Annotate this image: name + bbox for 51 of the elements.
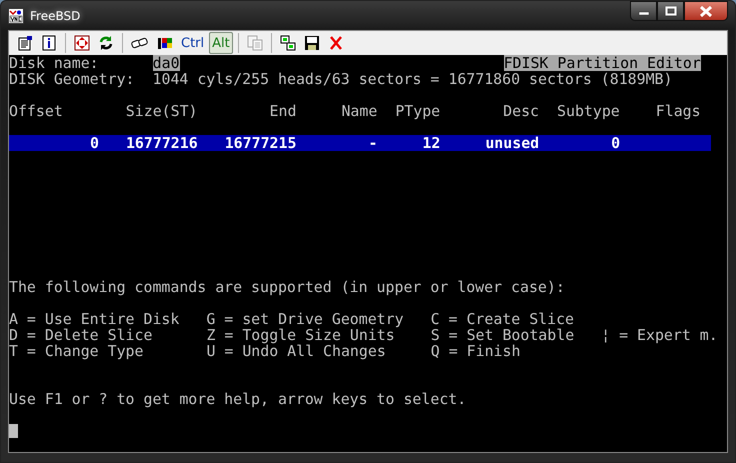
column-header: PType — [395, 103, 440, 119]
command-hint: U = Undo All Changes — [206, 343, 386, 359]
command-hint: S = Set Bootable — [430, 327, 574, 343]
table-cell: 16777215 — [224, 135, 296, 151]
table-cell: 0 — [90, 135, 99, 151]
help-text: Use F1 or ? to get more help, arrow keys to select. — [9, 391, 466, 407]
close-button[interactable] — [684, 1, 728, 21]
commands-intro-text: The following commands are supported (in upper or lower case): — [9, 279, 565, 295]
close-icon — [699, 6, 713, 16]
windows-flag-icon — [157, 35, 173, 51]
minimize-button[interactable] — [630, 1, 657, 21]
refresh-icon — [98, 35, 114, 51]
table-cell: 12 — [422, 135, 440, 151]
column-header: Flags — [656, 103, 701, 119]
window-title: FreeBSD — [30, 8, 80, 22]
save-icon — [304, 35, 320, 51]
maximize-button[interactable] — [657, 1, 684, 21]
geometry-label: DISK Geometry: — [9, 71, 135, 87]
fullscreen-icon — [74, 35, 90, 51]
column-header: Size(ST) — [126, 103, 198, 119]
table-cell: unused — [485, 135, 540, 151]
ctrl-key-button[interactable]: Ctrl — [178, 32, 208, 54]
command-hint: Q = Finish — [430, 343, 520, 359]
column-header: End — [270, 103, 296, 119]
table-cell: 0 — [611, 135, 620, 151]
maximize-icon — [664, 6, 676, 16]
editor-title: FDISK Partition Editor — [504, 55, 701, 71]
properties-icon — [17, 35, 33, 51]
table-cell: 16777216 — [126, 135, 198, 151]
column-header: Offset — [9, 103, 63, 119]
table-cell: - — [368, 135, 378, 151]
column-header: Name — [341, 103, 378, 119]
alt-key-button[interactable]: Alt — [209, 32, 233, 54]
disk-name-value: da0 — [152, 55, 180, 71]
info-icon — [41, 35, 57, 51]
disk-name-label: Disk name: — [9, 55, 99, 71]
command-hint: C = Create Slice — [430, 311, 574, 327]
command-hint: T = Change Type — [9, 343, 144, 359]
copy-icon — [246, 35, 263, 51]
geometry-value: 1044 cyls/255 heads/63 sectors = 16771860 sectors (8189MB) — [152, 71, 672, 87]
transfer-icon — [280, 35, 296, 51]
partition-row[interactable]: 0 16777216 16777215 - 12 unused 0 — [9, 135, 711, 151]
vnc-logo-icon — [8, 8, 24, 24]
command-hint: G = set Drive Geometry — [206, 311, 404, 327]
command-hint: ¦ = Expert m. — [601, 327, 718, 343]
command-hint: Z = Toggle Size Units — [206, 327, 395, 343]
column-header: Desc — [503, 103, 540, 119]
close-connection-icon — [328, 35, 344, 51]
command-hint: D = Delete Slice — [9, 327, 152, 343]
column-header: Subtype — [557, 103, 620, 119]
command-hint: A = Use Entire Disk — [9, 311, 180, 327]
